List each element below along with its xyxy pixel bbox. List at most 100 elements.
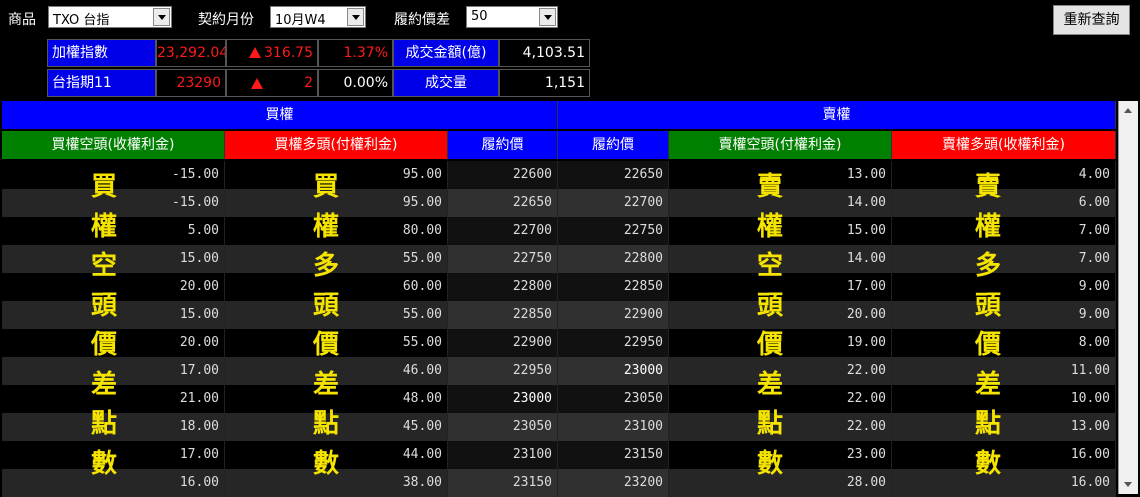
- table-row: -15.00 95.00 22600 22650 13.00 4.00: [2, 161, 1116, 189]
- table-row: 15.00 55.00 22850 22900 20.00 9.00: [2, 301, 1116, 329]
- futures-price: 23290: [156, 69, 226, 97]
- col-call-strike-cell[interactable]: 23100: [448, 441, 558, 469]
- month-label: 契約月份: [198, 12, 254, 28]
- index-change-value: 316.75: [264, 45, 313, 61]
- table-row: 17.00 46.00 22950 23000 22.00 11.00: [2, 357, 1116, 385]
- col-put-strike-cell[interactable]: 23000: [558, 357, 669, 385]
- vertical-label-call-short: 點: [90, 409, 117, 439]
- col-call-strike-cell[interactable]: 22950: [448, 357, 558, 385]
- col-put-strike-cell[interactable]: 22750: [558, 217, 669, 245]
- col-call-strike-cell[interactable]: 22900: [448, 329, 558, 357]
- col-call-short-header: 買權空頭(收權利金): [2, 131, 225, 159]
- month-select-value: 10月W4: [275, 13, 326, 28]
- col-call-strike-cell[interactable]: 22750: [448, 245, 558, 273]
- index-price: 23,292.04: [156, 39, 226, 67]
- vertical-label-put-long: 數: [974, 448, 1001, 479]
- vertical-label-call-long: 數: [312, 448, 339, 479]
- up-triangle-icon: [249, 47, 261, 58]
- vertical-label-put-short: 點: [756, 409, 783, 439]
- col-put-long-header: 賣權多頭(收權利金): [892, 131, 1116, 159]
- col-put-strike-cell[interactable]: 22900: [558, 301, 669, 329]
- col-call-strike-cell[interactable]: 22850: [448, 301, 558, 329]
- vertical-label-call-long: 頭: [312, 290, 339, 321]
- col-call-strike-cell[interactable]: 22650: [448, 189, 558, 217]
- vertical-scrollbar[interactable]: [1118, 101, 1138, 494]
- futures-name: 台指期11: [47, 69, 156, 97]
- vertical-label-put-long: 多: [974, 251, 1001, 281]
- vertical-label-put-short: 賣: [756, 172, 783, 202]
- refresh-button[interactable]: 重新查詢: [1053, 5, 1130, 35]
- month-select[interactable]: 10月W4: [270, 6, 366, 28]
- vertical-label-put-short: 數: [756, 448, 783, 479]
- futures-pct: 0.00%: [318, 69, 393, 97]
- col-put-strike-cell[interactable]: 22800: [558, 245, 669, 273]
- vertical-label-call-long: 差: [312, 369, 339, 400]
- turnover-value: 4,103.51: [499, 39, 590, 67]
- vertical-label-call-short: 頭: [90, 290, 117, 321]
- product-select[interactable]: TXO 台指: [48, 6, 172, 28]
- product-label: 商品: [8, 12, 36, 28]
- table-row: 21.00 48.00 23000 23050 22.00 10.00: [2, 385, 1116, 413]
- futures-change-value: 2: [304, 75, 313, 91]
- vertical-label-call-long: 點: [312, 409, 339, 439]
- col-call-strike-cell[interactable]: 22700: [448, 217, 558, 245]
- col-call-strike-cell[interactable]: 22800: [448, 273, 558, 301]
- col-put-strike-cell[interactable]: 23150: [558, 441, 669, 469]
- vertical-label-put-long: 點: [974, 409, 1001, 439]
- vertical-label-put-short: 空: [756, 251, 783, 281]
- col-put-strike-cell[interactable]: 22950: [558, 329, 669, 357]
- vertical-label-call-long: 價: [312, 330, 339, 360]
- vertical-label-put-short: 頭: [756, 290, 783, 321]
- index-pct: 1.37%: [318, 39, 393, 67]
- table-row: 20.00 55.00 22900 22950 19.00 8.00: [2, 329, 1116, 357]
- turnover-label: 成交金額(億): [393, 39, 499, 67]
- table-row: 5.00 80.00 22700 22750 15.00 7.00: [2, 217, 1116, 245]
- col-call-strike-cell[interactable]: 22600: [448, 161, 558, 189]
- col-call-strike-cell[interactable]: 23150: [448, 469, 558, 497]
- col-put-short-header: 賣權空頭(付權利金): [669, 131, 892, 159]
- col-call-strike-cell[interactable]: 23000: [448, 385, 558, 413]
- col-call-strike-cell[interactable]: 23050: [448, 413, 558, 441]
- vertical-label-call-short: 買: [90, 172, 117, 202]
- vertical-label-put-long: 頭: [974, 290, 1001, 321]
- futures-change: 2: [226, 69, 318, 97]
- col-put-strike-cell[interactable]: 23200: [558, 469, 669, 497]
- put-header: 賣權: [558, 101, 1116, 129]
- index-name: 加權指數: [47, 39, 156, 67]
- spread-select-value: 50: [471, 9, 488, 24]
- col-put-strike-header: 履約價: [558, 131, 669, 159]
- chevron-down-icon[interactable]: [539, 8, 556, 26]
- scroll-down-icon[interactable]: [1119, 475, 1138, 494]
- scroll-up-icon[interactable]: [1119, 101, 1138, 120]
- vertical-label-call-short: 價: [90, 330, 117, 360]
- vertical-label-call-short: 差: [90, 369, 117, 400]
- vertical-label-call-long: 多: [312, 251, 339, 281]
- col-put-strike-cell[interactable]: 23100: [558, 413, 669, 441]
- col-call-long-header: 買權多頭(付權利金): [225, 131, 448, 159]
- call-header: 買權: [2, 101, 558, 129]
- col-put-strike-cell[interactable]: 22700: [558, 189, 669, 217]
- table-row: 18.00 45.00 23050 23100 22.00 13.00: [2, 413, 1116, 441]
- chevron-down-icon[interactable]: [153, 8, 170, 26]
- chevron-down-icon[interactable]: [347, 8, 364, 26]
- spread-select[interactable]: 50: [466, 6, 558, 28]
- vertical-label-put-long: 賣: [974, 172, 1001, 202]
- table-row: 16.00 38.00 23150 23200 28.00 16.00: [2, 469, 1116, 497]
- vertical-label-call-long: 買: [312, 172, 339, 202]
- volume-label: 成交量: [393, 69, 499, 97]
- product-select-value: TXO 台指: [53, 13, 110, 28]
- vertical-label-call-short: 空: [90, 251, 117, 281]
- table-row: 20.00 60.00 22800 22850 17.00 9.00: [2, 273, 1116, 301]
- vertical-label-put-short: 權: [756, 211, 783, 242]
- options-table: 買權 賣權 買權空頭(收權利金) 買權多頭(付權利金) 履約價 履約價 賣權空頭(付權利…: [2, 101, 1116, 497]
- vertical-label-put-long: 差: [974, 369, 1001, 400]
- col-put-strike-cell[interactable]: 22650: [558, 161, 669, 189]
- vertical-label-call-long: 權: [312, 211, 339, 242]
- volume-value: 1,151: [499, 69, 590, 97]
- table-row: 15.00 55.00 22750 22800 14.00 7.00: [2, 245, 1116, 273]
- vertical-label-call-short: 數: [90, 448, 117, 479]
- col-put-strike-cell[interactable]: 23050: [558, 385, 669, 413]
- col-put-strike-cell[interactable]: 22850: [558, 273, 669, 301]
- spread-label: 履約價差: [394, 12, 450, 28]
- vertical-label-put-long: 權: [974, 211, 1001, 242]
